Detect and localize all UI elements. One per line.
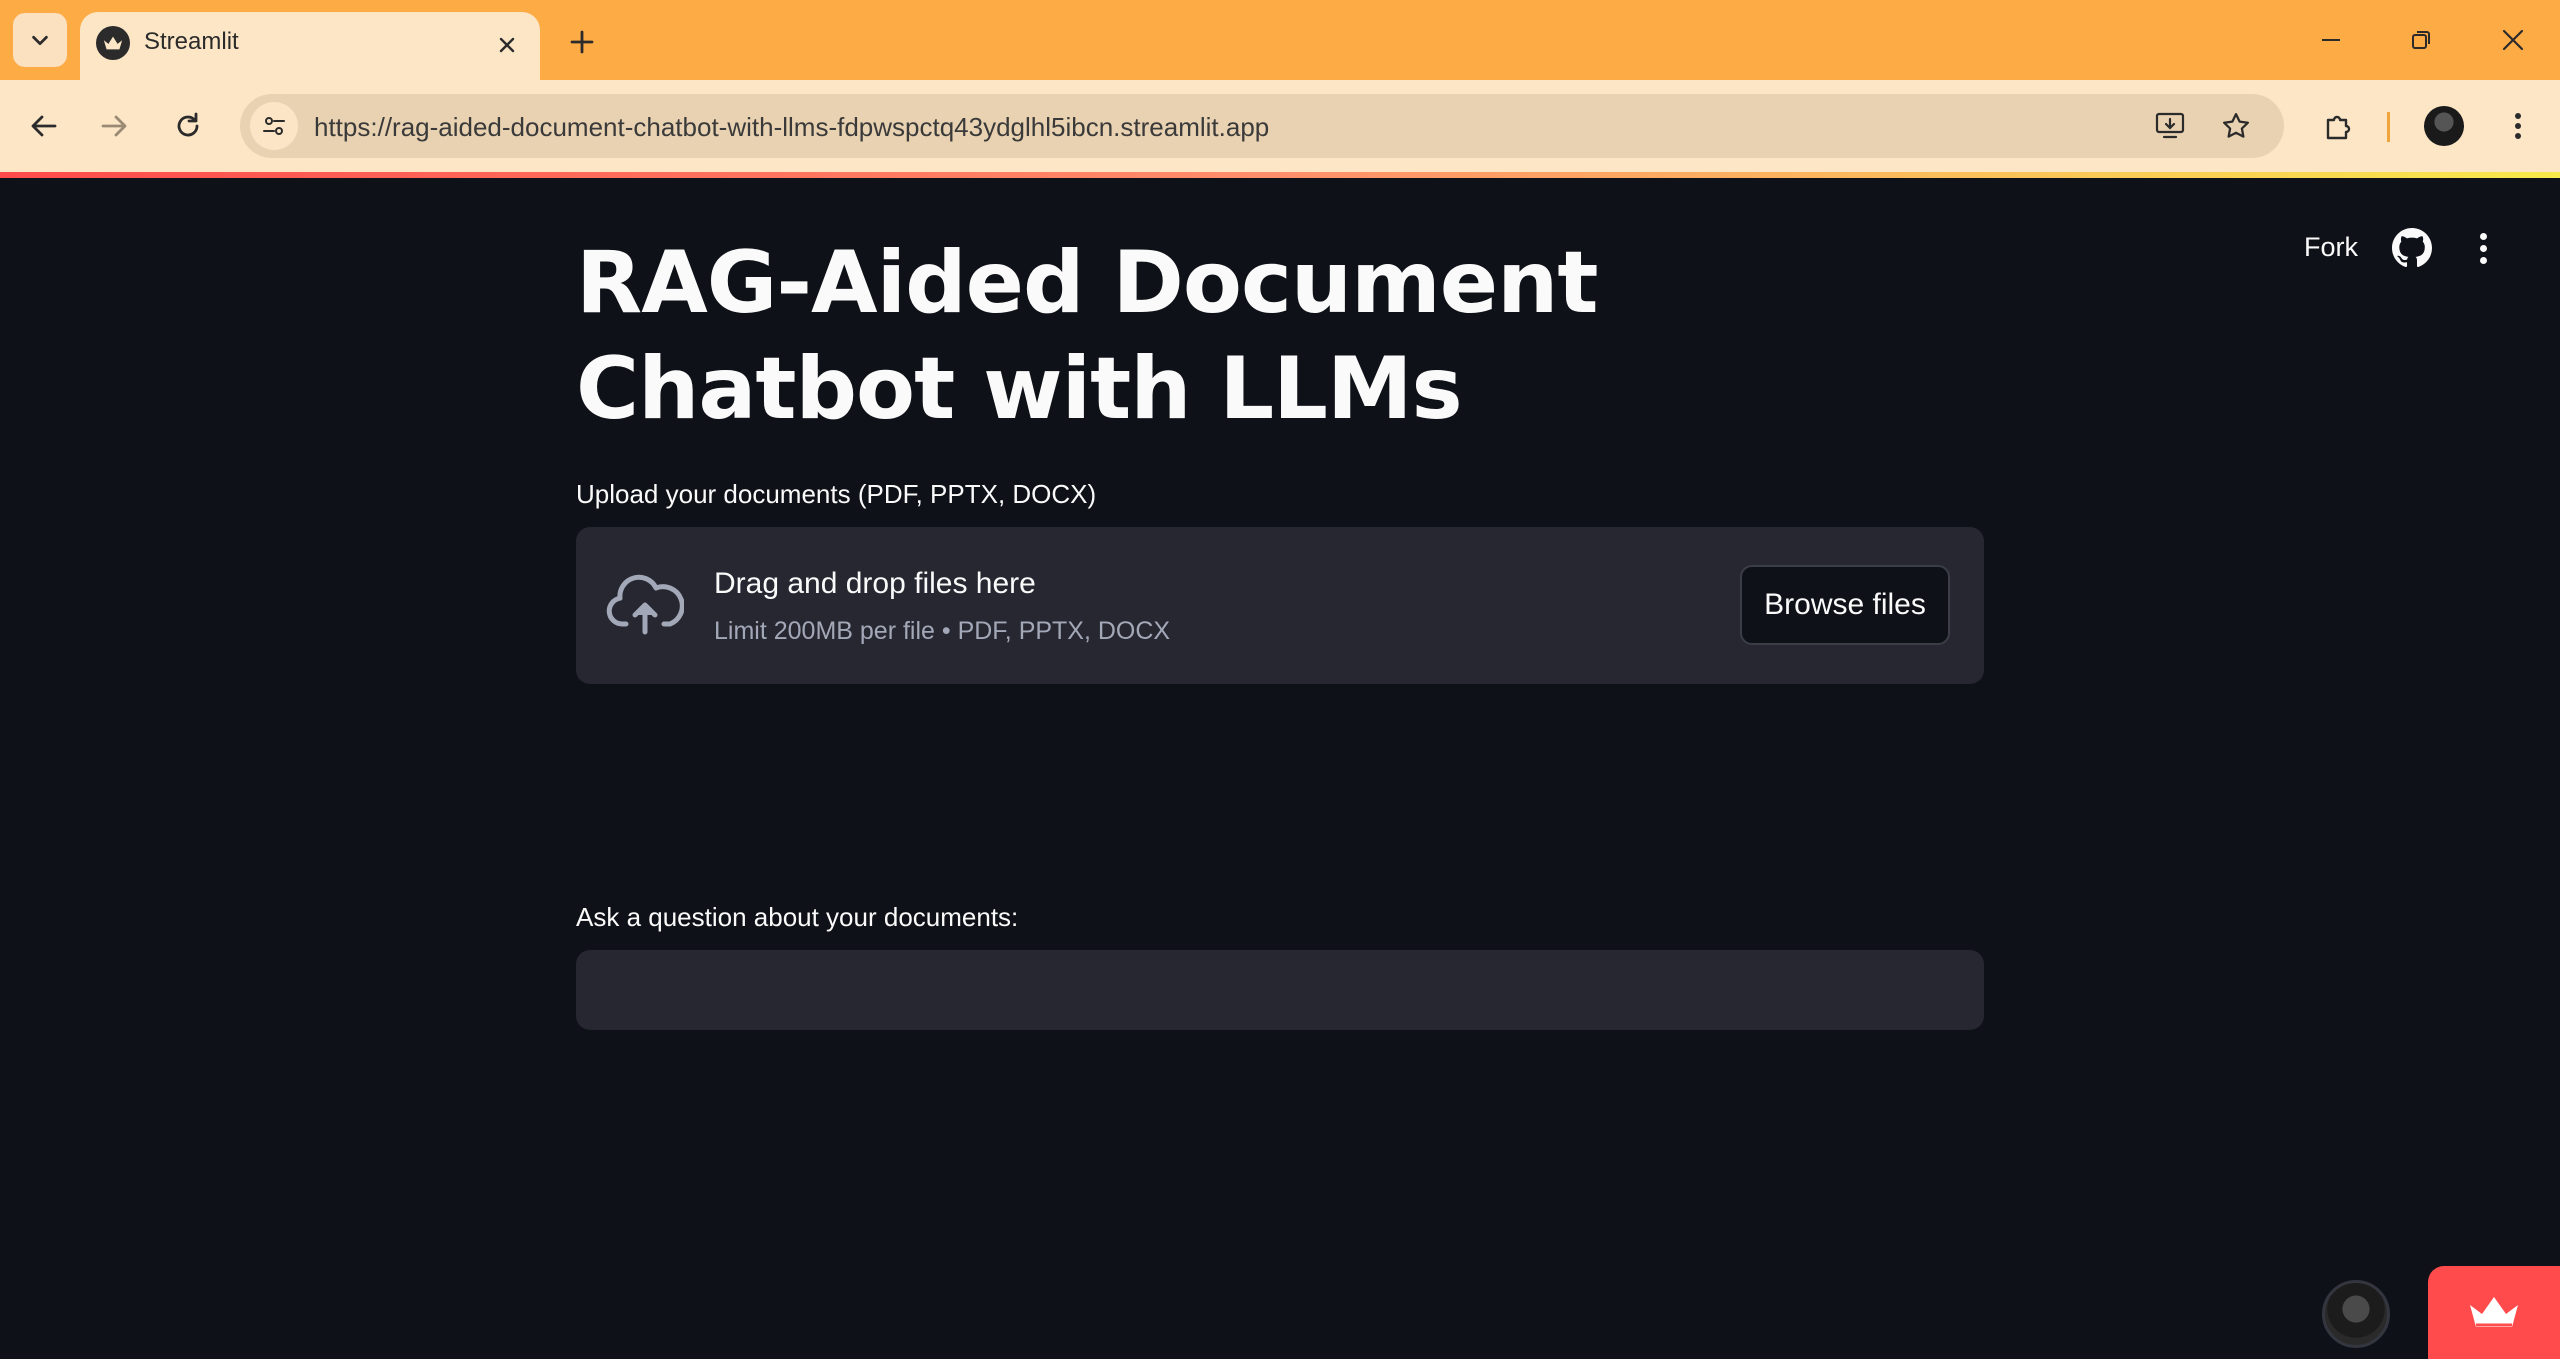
- viewer-avatar[interactable]: [2322, 1280, 2390, 1348]
- streamlit-crown-icon: [2470, 1296, 2518, 1327]
- streamlit-favicon-icon: [96, 26, 130, 60]
- browser-toolbar: https://rag-aided-document-chatbot-with-…: [0, 80, 2560, 172]
- menu-dot: [2479, 256, 2487, 264]
- url-text: https://rag-aided-document-chatbot-with-…: [314, 112, 1270, 142]
- question-input[interactable]: [576, 950, 1984, 1030]
- new-tab-button[interactable]: [560, 20, 604, 64]
- forward-button[interactable]: [90, 102, 138, 150]
- reload-button[interactable]: [164, 102, 212, 150]
- arrow-left-icon: [31, 115, 57, 137]
- extensions-button[interactable]: [2314, 102, 2362, 150]
- file-uploader-label: Upload your documents (PDF, PPTX, DOCX): [576, 479, 1097, 509]
- install-app-icon[interactable]: [2148, 104, 2192, 148]
- menu-dot: [2479, 244, 2487, 252]
- fork-button[interactable]: Fork: [2290, 226, 2372, 269]
- menu-dot: [2479, 232, 2487, 240]
- minimize-button[interactable]: [2296, 12, 2366, 68]
- chevron-down-icon: [32, 35, 48, 46]
- bookmark-star-icon[interactable]: [2214, 104, 2258, 148]
- close-window-button[interactable]: [2478, 12, 2548, 68]
- kebab-menu-icon: [2515, 113, 2521, 139]
- address-bar[interactable]: https://rag-aided-document-chatbot-with-…: [240, 94, 2284, 158]
- plus-icon: [570, 30, 594, 54]
- close-tab-icon[interactable]: [492, 30, 522, 60]
- cloud-upload-icon: [606, 574, 684, 635]
- reload-icon: [177, 112, 199, 137]
- page-title: RAG-Aided Document Chatbot with LLMs: [576, 233, 1598, 439]
- close-icon: [2502, 29, 2524, 51]
- app-main-menu-button[interactable]: [2466, 228, 2500, 268]
- restore-icon: [2412, 31, 2430, 49]
- profile-avatar[interactable]: [2424, 106, 2464, 146]
- tune-icon: [263, 117, 285, 135]
- back-button[interactable]: [20, 102, 68, 150]
- tab-title: Streamlit: [144, 28, 239, 55]
- site-info-button[interactable]: [250, 102, 298, 150]
- dropzone-title: Drag and drop files here: [714, 567, 1036, 600]
- browser-tab[interactable]: Streamlit: [80, 12, 540, 80]
- tab-search-button[interactable]: [13, 13, 67, 67]
- toolbar-separator: [2387, 112, 2390, 142]
- file-dropzone[interactable]: Drag and drop files here Limit 200MB per…: [576, 527, 1984, 684]
- browser-menu-button[interactable]: [2494, 102, 2542, 150]
- github-icon[interactable]: [2392, 228, 2432, 268]
- puzzle-icon: [2326, 115, 2351, 140]
- restore-button[interactable]: [2386, 12, 2456, 68]
- arrow-right-icon: [101, 115, 127, 137]
- question-label: Ask a question about your documents:: [576, 902, 1019, 932]
- streamlit-badge[interactable]: [2428, 1266, 2560, 1359]
- browser-tab-bar: Streamlit: [0, 0, 2560, 80]
- browse-files-button[interactable]: Browse files: [1740, 565, 1950, 645]
- minimize-icon: [2322, 39, 2340, 41]
- dropzone-limit-text: Limit 200MB per file • PDF, PPTX, DOCX: [714, 617, 1171, 645]
